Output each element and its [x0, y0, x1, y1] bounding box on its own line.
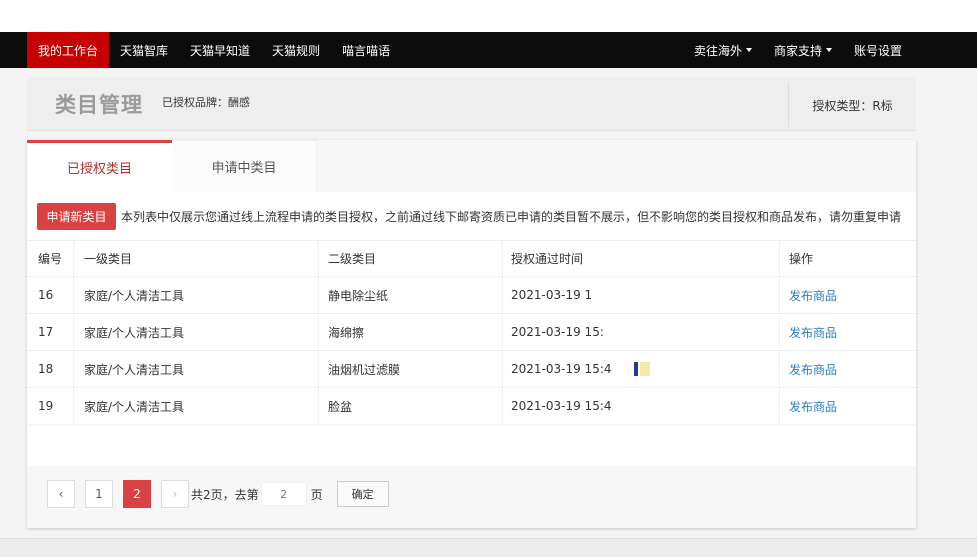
goto-page-input[interactable] [260, 482, 307, 506]
header-auth-time: 授权通过时间 [502, 241, 779, 276]
category-table: 编号 一级类目 二级类目 授权通过时间 操作 16 家庭/个人清洁工具 静电除尘… [27, 240, 916, 424]
row-auth-time: 2021-03-19 15: [502, 314, 779, 350]
nav-item-sell-overseas-label: 卖往海外 [693, 43, 742, 58]
table-header-row: 编号 一级类目 二级类目 授权通过时间 操作 [27, 240, 916, 276]
caret-down-icon [745, 48, 752, 52]
nav-item-tmall-rules[interactable]: 天猫规则 [261, 32, 331, 68]
nav-item-merchant-support-label: 商家支持 [773, 43, 822, 58]
row-level1: 家庭/个人清洁工具 [73, 314, 318, 350]
header-level1: 一级类目 [73, 241, 318, 276]
page-button-2[interactable]: 2 [123, 480, 151, 508]
highlight-artifact [639, 362, 650, 376]
row-level1: 家庭/个人清洁工具 [73, 277, 318, 313]
row-level1: 家庭/个人清洁工具 [73, 351, 318, 387]
table-row: 19 家庭/个人清洁工具 脸盆 2021-03-19 15:4 发布商品 [27, 387, 916, 424]
next-page-button[interactable]: › [161, 480, 189, 508]
row-level2: 静电除尘纸 [318, 277, 502, 313]
publish-product-link[interactable]: 发布商品 [779, 351, 916, 387]
publish-product-link[interactable]: 发布商品 [779, 314, 916, 350]
tab-pending-categories[interactable]: 申请中类目 [172, 140, 317, 192]
header-id: 编号 [38, 252, 63, 266]
page-title: 类目管理 [55, 93, 143, 117]
notice-text: 本列表中仅展示您通过线上流程申请的类目授权，之前通过线下邮寄资质已申请的类目暂不… [121, 209, 902, 224]
table-row: 16 家庭/个人清洁工具 静电除尘纸 2021-03-19 1 发布商品 [27, 276, 916, 313]
row-auth-time: 2021-03-19 15:4 [511, 362, 612, 376]
category-tabs: 已授权类目 申请中类目 [27, 140, 317, 192]
row-id: 19 [38, 399, 54, 413]
nav-item-sell-overseas[interactable]: 卖往海外 [683, 32, 763, 68]
apply-new-category-button[interactable]: 申请新类目 [37, 202, 116, 230]
authorization-type-label: 授权类型：R标 [788, 83, 916, 127]
nav-left-group: 我的工作台 天猫智库 天猫早知道 天猫规则 喵言喵语 [27, 32, 401, 68]
table-row: 17 家庭/个人清洁工具 海绵擦 2021-03-19 15: 发布商品 [27, 313, 916, 350]
nav-item-account-settings-label: 账号设置 [853, 43, 902, 58]
row-level2: 脸盆 [318, 388, 502, 424]
footer-strip [0, 538, 977, 557]
top-blank-area [0, 0, 977, 32]
nav-item-tmall-early-know[interactable]: 天猫早知道 [179, 32, 261, 68]
category-card: 已授权类目 申请中类目 申请新类目 本列表中仅展示您通过线上流程申请的类目授权，… [27, 140, 916, 528]
confirm-goto-button[interactable]: 确定 [336, 481, 389, 507]
table-bottom-space [27, 426, 916, 466]
caret-down-icon [825, 48, 832, 52]
nav-right-group: 卖往海外 商家支持 账号设置 [683, 32, 913, 68]
row-auth-time-cell: 2021-03-19 15:4 [502, 351, 779, 387]
publish-product-link[interactable]: 发布商品 [779, 277, 916, 313]
total-pages-text: 共2页，去第 [191, 487, 259, 502]
row-level2: 油烟机过滤膜 [318, 351, 502, 387]
row-level2: 海绵擦 [318, 314, 502, 350]
table-row: 18 家庭/个人清洁工具 油烟机过滤膜 2021-03-19 15:4 发布商品 [27, 350, 916, 387]
authorized-brand-label: 已授权品牌：酬感 [162, 96, 250, 109]
top-navbar: 我的工作台 天猫智库 天猫早知道 天猫规则 喵言喵语 卖往海外 商家支持 账号设… [0, 32, 977, 68]
row-id: 17 [38, 325, 54, 339]
row-level1: 家庭/个人清洁工具 [73, 388, 318, 424]
notice-row: 申请新类目 本列表中仅展示您通过线上流程申请的类目授权，之前通过线下邮寄资质已申… [27, 192, 916, 240]
prev-page-button[interactable]: ‹ [47, 480, 75, 508]
nav-item-miao-talk[interactable]: 喵言喵语 [331, 32, 401, 68]
nav-item-merchant-support[interactable]: 商家支持 [763, 32, 843, 68]
row-id: 18 [38, 362, 54, 376]
page-button-1[interactable]: 1 [85, 480, 113, 508]
tab-authorized-categories[interactable]: 已授权类目 [27, 140, 172, 192]
nav-item-account-settings[interactable]: 账号设置 [843, 32, 913, 68]
header-panel: 类目管理 已授权品牌：酬感 授权类型：R标 [27, 77, 916, 131]
cursor-artifact [633, 362, 638, 376]
header-level2: 二级类目 [318, 241, 502, 276]
row-auth-time: 2021-03-19 1 [502, 277, 779, 313]
pagination: ‹ 1 2 › 共2页，去第 页 确定 [47, 480, 389, 508]
publish-product-link[interactable]: 发布商品 [779, 388, 916, 424]
row-auth-time: 2021-03-19 15:4 [502, 388, 779, 424]
header-action: 操作 [779, 241, 916, 276]
nav-item-workbench[interactable]: 我的工作台 [27, 32, 110, 68]
page-suffix-text: 页 [310, 487, 323, 502]
nav-item-tmall-think-tank[interactable]: 天猫智库 [109, 32, 179, 68]
row-id: 16 [38, 288, 54, 302]
